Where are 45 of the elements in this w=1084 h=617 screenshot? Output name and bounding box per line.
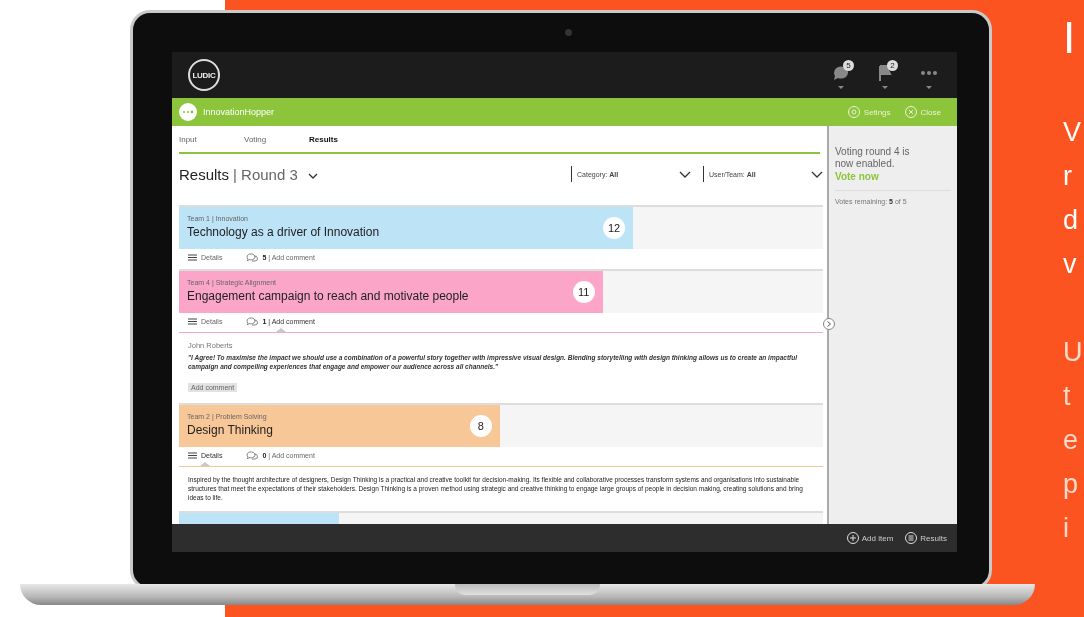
promo-text-line: U — [1063, 336, 1083, 369]
item-title: Design Thinking — [187, 423, 273, 437]
results-button[interactable]: Results — [905, 532, 947, 544]
speech-bubbles-icon — [246, 253, 259, 262]
speech-bubbles-icon — [246, 317, 259, 326]
promo-text-line: i — [1063, 512, 1070, 545]
chat-button[interactable]: 5 — [831, 64, 851, 92]
chevron-down-icon — [307, 172, 318, 179]
list-icon — [188, 254, 197, 261]
promo-text-line: r — [1063, 160, 1073, 193]
item-title: Engagement campaign to reach and motivate people — [187, 289, 469, 303]
settings-icon — [847, 106, 860, 118]
speech-bubbles-icon — [246, 451, 259, 460]
workspace-name: InnovationHopper — [203, 107, 275, 117]
promo-heading: I — [1063, 14, 1077, 62]
list-icon — [188, 452, 197, 459]
promo-text-line: V — [1063, 116, 1082, 149]
round-label: | Round 3 — [233, 165, 298, 183]
close-icon — [904, 106, 917, 118]
workspace-avatar-icon — [179, 103, 197, 121]
promo-text-line: e — [1063, 424, 1080, 457]
plus-icon — [846, 532, 859, 544]
tab[interactable]: Input — [179, 134, 244, 144]
collapse-handle[interactable] — [823, 318, 835, 330]
chevron-right-icon — [827, 321, 831, 327]
chat-icon — [832, 64, 850, 90]
tab[interactable]: Results — [309, 134, 374, 144]
count-badge: 2 — [887, 60, 898, 71]
promo-text-line: t — [1063, 380, 1072, 413]
count-badge: 5 — [843, 60, 854, 71]
tab[interactable]: Voting — [244, 134, 309, 144]
page-heading: Results — [179, 165, 230, 183]
chevron-down-icon — [811, 170, 823, 178]
chevron-down-icon — [679, 170, 691, 178]
add-item-button[interactable]: Add item — [846, 532, 894, 544]
flag-icon — [876, 64, 894, 90]
promo-text-line: p — [1063, 468, 1080, 501]
item-title: Technology as a driver of Innovation — [187, 225, 380, 239]
list-icon — [188, 318, 197, 325]
list-icon — [905, 532, 918, 544]
promo-text-line: v — [1063, 248, 1078, 281]
logo: LUDIC — [188, 59, 220, 91]
voting-message: Voting round 4 is now enabled. — [835, 146, 911, 170]
camera-dot — [565, 29, 572, 36]
promo-text-line: d — [1063, 204, 1080, 237]
